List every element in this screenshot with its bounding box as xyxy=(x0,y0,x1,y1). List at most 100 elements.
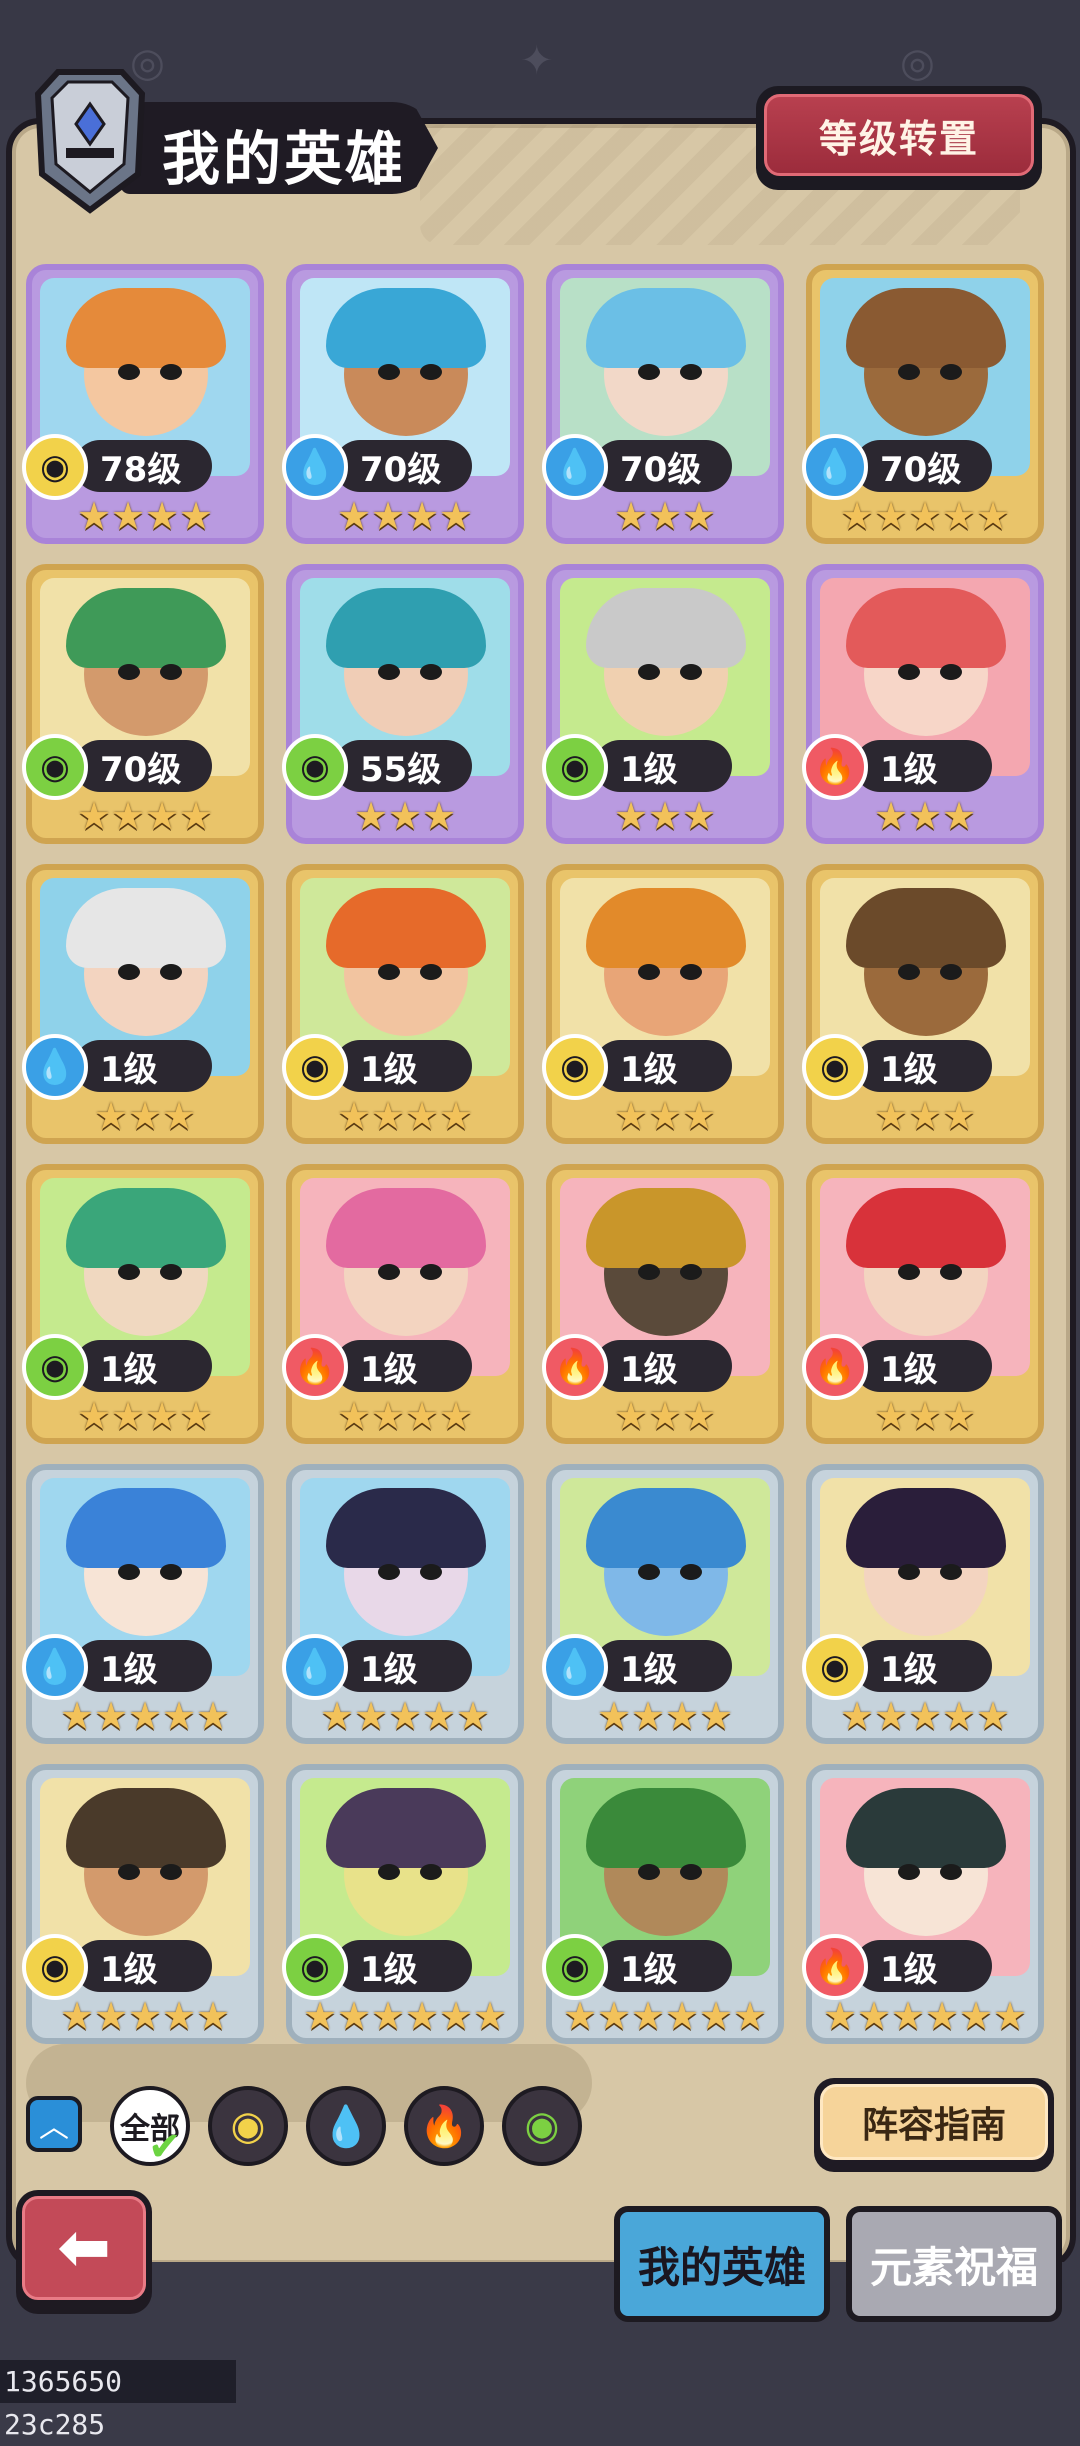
level-transfer-button[interactable]: 等级转置 xyxy=(756,86,1042,190)
hero-card[interactable]: 1级 💧 ★ ★ ★ ★ ★ xyxy=(22,1464,264,1744)
hero-card[interactable]: 1级 ◉ ★ ★ ★ xyxy=(542,864,784,1144)
hero-level: 1级 xyxy=(334,1340,472,1392)
filter-water-button[interactable]: 💧 xyxy=(306,2086,386,2166)
collapse-up-button[interactable]: ︿ xyxy=(26,2096,82,2152)
hero-card[interactable]: 1级 🔥 ★ ★ ★ xyxy=(802,1164,1044,1444)
hero-eye xyxy=(160,1264,182,1280)
hero-hair xyxy=(586,1188,746,1268)
star-icon: ★ xyxy=(681,794,717,838)
earth-swirl-icon: ◉ xyxy=(802,1034,868,1100)
hero-level: 1级 xyxy=(594,1940,732,1992)
hero-eye xyxy=(680,1264,702,1280)
hero-eye xyxy=(420,964,442,980)
hero-card[interactable]: 70级 ◉ ★ ★ ★ ★ xyxy=(22,564,264,844)
hero-eye xyxy=(898,1864,920,1880)
hero-card[interactable]: 70级 💧 ★ ★ ★ xyxy=(542,264,784,544)
hero-card[interactable]: 1级 💧 ★ ★ ★ ★ xyxy=(542,1464,784,1744)
hero-eye xyxy=(420,1264,442,1280)
hero-eye xyxy=(638,1564,660,1580)
hero-card[interactable]: 1级 🔥 ★ ★ ★ xyxy=(542,1164,784,1444)
hero-eye xyxy=(680,664,702,680)
hero-eye xyxy=(638,364,660,380)
hero-hair xyxy=(586,588,746,668)
hero-stars: ★ ★ ★ ★ ★ xyxy=(292,1692,518,1740)
hero-stars: ★ ★ ★ xyxy=(812,1092,1038,1140)
hero-eye xyxy=(680,364,702,380)
water-drop-icon: 💧 xyxy=(282,1634,348,1700)
hero-level: 1级 xyxy=(854,1040,992,1092)
earth-swirl-icon: ◉ xyxy=(282,1034,348,1100)
hero-stars: ★ ★ ★ ★ ★ ★ xyxy=(552,1992,778,2040)
hero-stars: ★ ★ ★ ★ xyxy=(292,1392,518,1440)
hero-card[interactable]: 1级 ◉ ★ ★ ★ ★ ★ xyxy=(802,1464,1044,1744)
hero-level: 1级 xyxy=(854,740,992,792)
hero-card[interactable]: 70级 💧 ★ ★ ★ ★ xyxy=(282,264,524,544)
hero-eye xyxy=(160,1564,182,1580)
star-icon: ★ xyxy=(732,1994,768,2038)
star-icon: ★ xyxy=(681,494,717,538)
hero-eye xyxy=(940,364,962,380)
hero-eye xyxy=(940,964,962,980)
star-icon: ★ xyxy=(455,1694,491,1738)
hero-eye xyxy=(420,364,442,380)
wood-swirl-icon: ◉ xyxy=(542,734,608,800)
star-icon: ★ xyxy=(941,1394,977,1438)
hero-card[interactable]: 1级 ◉ ★ ★ ★ ★ ★ xyxy=(22,1764,264,2044)
earth-swirl-icon: ◉ xyxy=(22,1934,88,2000)
star-icon: ★ xyxy=(195,1694,231,1738)
filter-fire-button[interactable]: 🔥 xyxy=(404,2086,484,2166)
tab-my-heroes[interactable]: 我的英雄 xyxy=(614,2206,830,2322)
hero-card[interactable]: 1级 ◉ ★ ★ ★ ★ ★ ★ xyxy=(282,1764,524,2044)
hero-eye xyxy=(118,664,140,680)
hero-stars: ★ ★ ★ ★ xyxy=(32,1392,258,1440)
hero-eye xyxy=(680,964,702,980)
star-icon: ★ xyxy=(941,794,977,838)
star-icon: ★ xyxy=(975,494,1011,538)
footer-id: 1365650 23c285 xyxy=(0,2360,236,2441)
hero-eye xyxy=(940,1564,962,1580)
fire-flame-icon: 🔥 xyxy=(802,734,868,800)
star-icon: ★ xyxy=(421,794,457,838)
hero-card[interactable]: 1级 🔥 ★ ★ ★ ★ ★ ★ xyxy=(802,1764,1044,2044)
hero-stars: ★ ★ ★ ★ ★ xyxy=(812,1692,1038,1740)
hero-eye xyxy=(940,1264,962,1280)
hero-card[interactable]: 1级 ◉ ★ ★ ★ ★ ★ ★ xyxy=(542,1764,784,2044)
hero-card[interactable]: 1级 ◉ ★ ★ ★ ★ xyxy=(22,1164,264,1444)
hero-level: 1级 xyxy=(854,1640,992,1692)
hero-hair xyxy=(846,588,1006,668)
hero-card[interactable]: 1级 🔥 ★ ★ ★ xyxy=(802,564,1044,844)
tab-element-blessing[interactable]: 元素祝福 xyxy=(846,2206,1062,2322)
hero-card[interactable]: 78级 ◉ ★ ★ ★ ★ xyxy=(22,264,264,544)
hero-card[interactable]: 70级 💧 ★ ★ ★ ★ ★ xyxy=(802,264,1044,544)
star-icon: ★ xyxy=(178,794,214,838)
hero-card[interactable]: 55级 ◉ ★ ★ ★ xyxy=(282,564,524,844)
wood-swirl-icon: ◉ xyxy=(22,1334,88,1400)
lineup-guide-button[interactable]: 阵容指南 xyxy=(814,2078,1054,2172)
hero-card[interactable]: 1级 💧 ★ ★ ★ xyxy=(22,864,264,1144)
hero-hair xyxy=(66,1488,226,1568)
hero-hair xyxy=(66,288,226,368)
hero-hair xyxy=(586,1788,746,1868)
hero-stars: ★ ★ ★ xyxy=(552,492,778,540)
hero-card[interactable]: 1级 💧 ★ ★ ★ ★ ★ xyxy=(282,1464,524,1744)
hero-eye xyxy=(898,1264,920,1280)
hero-card[interactable]: 1级 ◉ ★ ★ ★ xyxy=(542,564,784,844)
water-drop-icon: 💧 xyxy=(22,1634,88,1700)
back-button[interactable]: ⬅ xyxy=(16,2190,152,2314)
hero-stars: ★ ★ ★ xyxy=(552,1392,778,1440)
hero-stars: ★ ★ ★ ★ ★ xyxy=(32,1992,258,2040)
star-icon: ★ xyxy=(681,1094,717,1138)
hero-eye xyxy=(160,1864,182,1880)
hero-card[interactable]: 1级 ◉ ★ ★ ★ xyxy=(802,864,1044,1144)
page-title: 我的英雄 xyxy=(162,125,407,193)
hero-card[interactable]: 1级 ◉ ★ ★ ★ ★ xyxy=(282,864,524,1144)
filter-wood-button[interactable]: ◉ xyxy=(502,2086,582,2166)
hero-level: 1级 xyxy=(334,1040,472,1092)
filter-earth-button[interactable]: ◉ xyxy=(208,2086,288,2166)
hero-stars: ★ ★ ★ xyxy=(552,1092,778,1140)
hero-hair xyxy=(846,888,1006,968)
star-icon: ★ xyxy=(681,1394,717,1438)
hero-eye xyxy=(118,1264,140,1280)
hero-card[interactable]: 1级 🔥 ★ ★ ★ ★ xyxy=(282,1164,524,1444)
earth-swirl-icon: ◉ xyxy=(22,434,88,500)
